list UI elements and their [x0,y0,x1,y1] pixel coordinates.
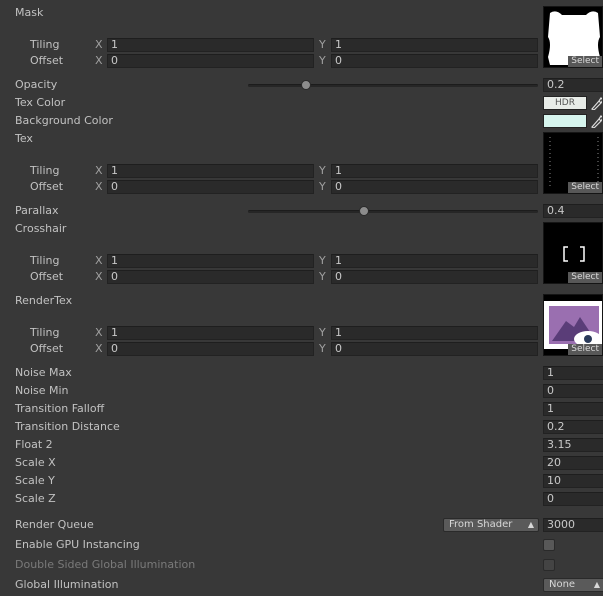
opacity-label: Opacity [15,78,58,91]
render-queue-dropdown[interactable]: From Shader ▲︎ [443,518,539,532]
crosshair-offset-x-field[interactable]: 0 [107,270,314,284]
crosshair-tiling-x-axis: X [95,254,103,267]
background-color-swatch[interactable] [543,114,587,128]
mask-tiling-y-field[interactable]: 1 [331,38,538,52]
mask-offset-y-field[interactable]: 0 [331,54,538,68]
crosshair-tiling-label: Tiling [30,254,60,267]
noise-max-label: Noise Max [15,366,72,379]
rendertex-select-button[interactable]: Select [568,344,602,355]
rendertex-offset-x-field[interactable]: 0 [107,342,314,356]
opacity-value-field[interactable]: 0.2 [543,78,603,92]
parallax-value-field[interactable]: 0.4 [543,204,603,218]
crosshair-tiling-x-field[interactable]: 1 [107,254,314,268]
tex-label: Tex [15,132,33,145]
noise-max-field[interactable]: 1 [543,366,603,380]
mask-offset-x-field[interactable]: 0 [107,54,314,68]
mask-select-button[interactable]: Select [568,56,602,67]
tex-select-button[interactable]: Select [568,182,602,193]
rendertex-offset-y-axis: Y [319,342,326,355]
crosshair-offset-y-field[interactable]: 0 [331,270,538,284]
mask-label: Mask [15,6,44,19]
mask-texture-thumbnail[interactable]: Select [543,6,603,68]
tex-color-swatch[interactable]: HDR [543,96,587,110]
crosshair-offset-y-axis: Y [319,270,326,283]
crosshair-tiling-y-field[interactable]: 1 [331,254,538,268]
rendertex-offset-x-axis: X [95,342,103,355]
parallax-slider-track[interactable] [248,210,538,213]
float-2-field[interactable]: 3.15 [543,438,603,452]
rendertex-tiling-x-axis: X [95,326,103,339]
scale-y-label: Scale Y [15,474,55,487]
scale-x-field[interactable]: 20 [543,456,603,470]
dropdown-arrow-icon: ▲︎ [593,580,600,589]
transition-distance-label: Transition Distance [15,420,120,433]
rendertex-offset-y-field[interactable]: 0 [331,342,538,356]
rendertex-tiling-x-field[interactable]: 1 [107,326,314,340]
eyedropper-icon[interactable] [590,114,602,128]
tex-offset-y-field[interactable]: 0 [331,180,538,194]
render-queue-value-field[interactable]: 3000 [543,518,603,532]
gpu-instancing-label: Enable GPU Instancing [15,538,140,551]
crosshair-texture-thumbnail[interactable]: Select [543,222,603,284]
render-queue-label: Render Queue [15,518,94,531]
dropdown-arrow-icon: ▲︎ [527,520,534,529]
rendertex-label: RenderTex [15,294,73,307]
opacity-slider-track[interactable] [248,84,538,87]
rendertex-tiling-label: Tiling [30,326,60,339]
mask-offset-label: Offset [30,54,64,67]
noise-min-field[interactable]: 0 [543,384,603,398]
tex-tiling-label: Tiling [30,164,60,177]
global-illumination-label: Global Illumination [15,578,119,591]
rendertex-tiling-y-axis: Y [319,326,326,339]
tex-offset-label: Offset [30,180,64,193]
transition-falloff-field[interactable]: 1 [543,402,603,416]
crosshair-label: Crosshair [15,222,67,235]
background-color-label: Background Color [15,114,113,127]
tex-offset-x-field[interactable]: 0 [107,180,314,194]
double-sided-gi-label: Double Sided Global Illumination [15,558,196,571]
double-sided-gi-checkbox[interactable] [543,559,555,571]
scale-x-label: Scale X [15,456,56,469]
parallax-label: Parallax [15,204,59,217]
mask-offset-y-axis: Y [319,54,326,67]
rendertex-texture-thumbnail[interactable]: Select [543,294,603,356]
scale-z-field[interactable]: 0 [543,492,603,506]
scale-y-field[interactable]: 10 [543,474,603,488]
global-illumination-dropdown[interactable]: None ▲︎ [543,578,603,592]
tex-color-label: Tex Color [15,96,66,109]
transition-distance-field[interactable]: 0.2 [543,420,603,434]
tex-texture-thumbnail[interactable]: Select [543,132,603,194]
mask-tiling-x-axis: X [95,38,103,51]
tex-offset-x-axis: X [95,180,103,193]
float-2-label: Float 2 [15,438,53,451]
mask-tiling-y-axis: Y [319,38,326,51]
tex-tiling-x-axis: X [95,164,103,177]
transition-falloff-label: Transition Falloff [15,402,105,415]
global-illumination-dropdown-value: None [549,579,576,590]
tex-offset-y-axis: Y [319,180,326,193]
crosshair-select-button[interactable]: Select [568,272,602,283]
crosshair-offset-label: Offset [30,270,64,283]
mask-tiling-label: Tiling [30,38,60,51]
crosshair-offset-x-axis: X [95,270,103,283]
opacity-slider-knob[interactable] [301,80,311,90]
gpu-instancing-checkbox[interactable] [543,539,555,551]
noise-min-label: Noise Min [15,384,69,397]
tex-tiling-x-field[interactable]: 1 [107,164,314,178]
scale-z-label: Scale Z [15,492,56,505]
mask-offset-x-axis: X [95,54,103,67]
rendertex-offset-label: Offset [30,342,64,355]
parallax-slider-knob[interactable] [359,206,369,216]
eyedropper-icon[interactable] [590,96,602,110]
mask-tiling-x-field[interactable]: 1 [107,38,314,52]
tex-tiling-y-axis: Y [319,164,326,177]
rendertex-tiling-y-field[interactable]: 1 [331,326,538,340]
tex-tiling-y-field[interactable]: 1 [331,164,538,178]
crosshair-tiling-y-axis: Y [319,254,326,267]
render-queue-dropdown-value: From Shader [449,519,513,530]
